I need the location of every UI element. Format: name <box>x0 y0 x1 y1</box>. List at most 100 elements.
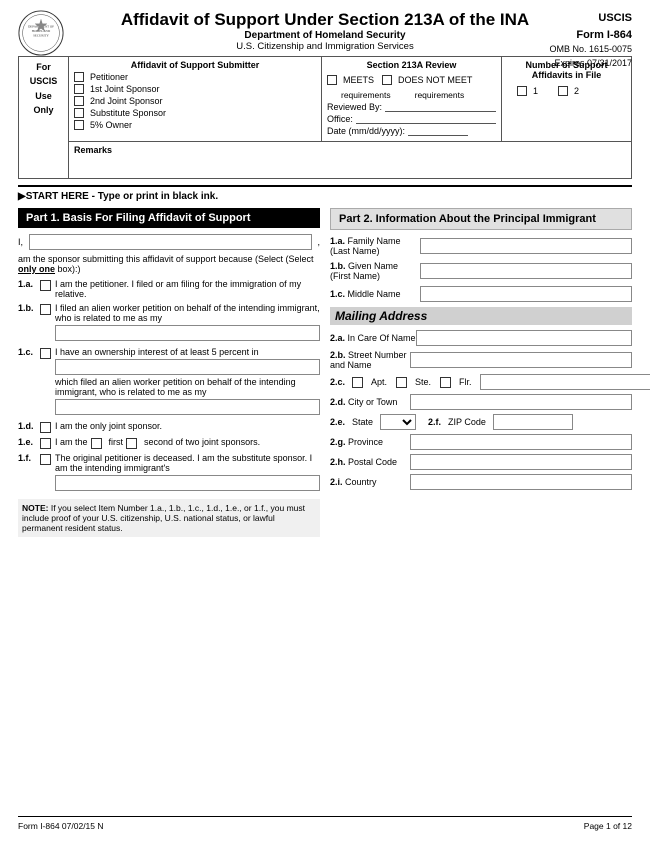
in-care-label-group: 2.a. In Care Of Name <box>330 333 416 343</box>
province-label: Province <box>348 437 383 447</box>
item-1b-input[interactable] <box>55 325 320 341</box>
item-1c-input1[interactable] <box>55 359 320 375</box>
street-sub: and Name <box>330 360 372 370</box>
zip-label: ZIP Code <box>448 417 486 427</box>
item-1a-text: I am the petitioner. I filed or am filin… <box>55 279 320 299</box>
in-care-input[interactable] <box>416 330 632 346</box>
item-1b-checkbox[interactable] <box>40 304 51 315</box>
reviewed-line: Reviewed By: <box>327 102 496 112</box>
family-name-sub: (Last Name) <box>330 246 380 256</box>
apt-checkbox[interactable] <box>352 377 363 388</box>
item-1f: 1.f. The original petitioner is deceased… <box>18 453 320 493</box>
use-label: Use <box>24 89 63 103</box>
family-name-input[interactable] <box>420 238 632 254</box>
num2-label: 2 <box>574 86 579 96</box>
given-name-label-group: 1.b. Given Name (First Name) <box>330 261 420 281</box>
date-input[interactable] <box>408 126 468 136</box>
item-1e-checkbox[interactable] <box>40 438 51 449</box>
item-1d-checkbox[interactable] <box>40 422 51 433</box>
province-input[interactable] <box>410 434 632 450</box>
header-right: USCIS Form I-864 OMB No. 1615-0075 Expir… <box>549 10 632 70</box>
joint2-checkbox[interactable] <box>74 96 84 106</box>
mailing-header: Mailing Address <box>330 307 632 325</box>
middle-name-label-group: 1.c. Middle Name <box>330 289 420 299</box>
owner-checkbox[interactable] <box>74 120 84 130</box>
city-input[interactable] <box>410 394 632 410</box>
family-name-label-group: 1.a. Family Name (Last Name) <box>330 236 420 256</box>
city-row: 2.d. City or Town <box>330 394 632 410</box>
country-input[interactable] <box>410 474 632 490</box>
street-row: 2.b. Street Number and Name <box>330 350 632 370</box>
item-1b-text: I filed an alien worker petition on beha… <box>55 303 320 323</box>
item-1b-label: 1.b. <box>18 303 40 313</box>
city-label: City or Town <box>348 397 397 407</box>
section-213a-header: Section 213A Review <box>327 60 496 70</box>
city-label-group: 2.d. City or Town <box>330 397 410 407</box>
item-1c: 1.c. I have an ownership interest of at … <box>18 347 320 417</box>
remarks-cell: Remarks <box>69 142 632 179</box>
svg-text:SECURITY: SECURITY <box>33 34 49 38</box>
part1-header: Part 1. Basis For Filing Affidavit of Su… <box>18 208 320 228</box>
province-item-label: 2.g. <box>330 437 346 447</box>
does-not-meet-checkbox[interactable] <box>382 75 392 85</box>
postal-label: Postal Code <box>348 457 397 467</box>
postal-input[interactable] <box>410 454 632 470</box>
petitioner-checkbox[interactable] <box>74 72 84 82</box>
item-1a-checkbox[interactable] <box>40 280 51 291</box>
joint1-checkbox[interactable] <box>74 84 84 94</box>
num2-checkbox[interactable] <box>558 86 568 96</box>
item-1f-checkbox[interactable] <box>40 454 51 465</box>
substitute-checkbox[interactable] <box>74 108 84 118</box>
state-label: State <box>352 417 373 427</box>
given-name-input[interactable] <box>420 263 632 279</box>
num1-label: 1 <box>533 86 538 96</box>
apt-number-input[interactable] <box>480 374 650 390</box>
date-label: Date (mm/dd/yyyy): <box>327 126 405 136</box>
zip-input[interactable] <box>493 414 573 430</box>
middle-name-input[interactable] <box>420 286 632 302</box>
street-item-label: 2.b. <box>330 350 346 360</box>
reviewed-input[interactable] <box>385 102 496 112</box>
item-1c-content: I have an ownership interest of at least… <box>55 347 320 417</box>
item-1f-input[interactable] <box>55 475 320 491</box>
meets-checkbox[interactable] <box>327 75 337 85</box>
state-item-label: 2.e. <box>330 417 345 427</box>
footer-right: Page 1 of 12 <box>584 821 632 831</box>
remarks-content[interactable] <box>74 155 626 175</box>
province-label-group: 2.g. Province <box>330 437 410 447</box>
only-label: Only <box>24 103 63 117</box>
omb-number: OMB No. 1615-0075 <box>549 43 632 57</box>
divider <box>18 185 632 187</box>
date-line: Date (mm/dd/yyyy): <box>327 126 496 136</box>
state-select[interactable] <box>380 414 416 430</box>
office-input[interactable] <box>356 114 496 124</box>
item-1e-first-checkbox[interactable] <box>91 438 102 449</box>
i-line: I, , <box>18 234 320 250</box>
item-1c-input2[interactable] <box>55 399 320 415</box>
note-text: If you select Item Number 1.a., 1.b., 1.… <box>22 503 305 533</box>
item-1a: 1.a. I am the petitioner. I filed or am … <box>18 279 320 299</box>
flr-checkbox[interactable] <box>440 377 451 388</box>
reviewed-label: Reviewed By: <box>327 102 382 112</box>
sponsor-name-input[interactable] <box>29 234 312 250</box>
ste-checkbox[interactable] <box>396 377 407 388</box>
item-1f-label: 1.f. <box>18 453 40 463</box>
dept-name: Department of Homeland Security <box>121 30 529 41</box>
petitioner-row: Petitioner <box>74 72 316 82</box>
street-input[interactable] <box>410 352 632 368</box>
num1-checkbox[interactable] <box>517 86 527 96</box>
family-name-row: 1.a. Family Name (Last Name) <box>330 236 632 256</box>
main-columns: Part 1. Basis For Filing Affidavit of Su… <box>18 208 632 537</box>
does-not-meet-row: DOES NOT MEET <box>382 75 472 85</box>
given-name-item-label: 1.b. <box>330 261 346 271</box>
note-box: NOTE: If you select Item Number 1.a., 1.… <box>18 499 320 537</box>
for-label: For <box>24 60 63 74</box>
item-1b-content: I filed an alien worker petition on beha… <box>55 303 320 343</box>
item-1c-checkbox[interactable] <box>40 348 51 359</box>
uscis-use-label: USCIS <box>24 74 63 88</box>
info-table: For USCIS Use Only Affidavit of Support … <box>18 56 632 179</box>
apt-item-label: 2.c. <box>330 377 345 387</box>
office-label: Office: <box>327 114 353 124</box>
note-label: NOTE: <box>22 503 48 513</box>
item-1e-second-checkbox[interactable] <box>126 438 137 449</box>
